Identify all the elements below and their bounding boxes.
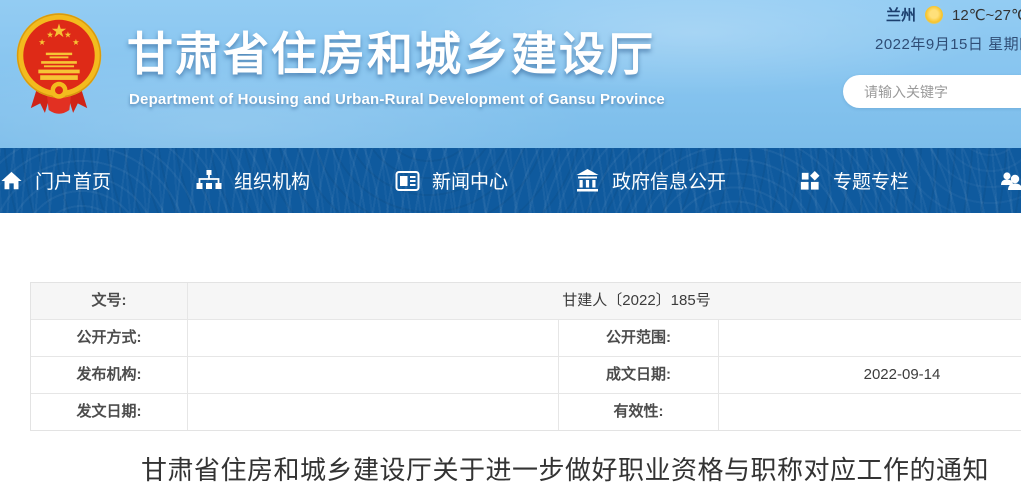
site-title-block: 甘肃省住房和城乡建设厅 Department of Housing and Ur… bbox=[127, 18, 665, 108]
page: { "header": { "site_title": "甘肃省住房和城乡建设厅… bbox=[0, 0, 1021, 492]
topics-grid-icon bbox=[798, 169, 821, 192]
open-scope-label: 公开范围: bbox=[559, 320, 719, 357]
nav-item-label: 组织机构 bbox=[234, 167, 310, 194]
doc-number-value: 甘建人〔2022〕185号 bbox=[188, 283, 1021, 320]
site-header: 甘肃省住房和城乡建设厅 Department of Housing and Ur… bbox=[0, 0, 1021, 148]
document-meta-table: 文号: 甘建人〔2022〕185号 公开方式: 公开范围: 发布机构: 成文日期… bbox=[30, 282, 1021, 431]
search-input[interactable] bbox=[862, 83, 1021, 101]
open-type-label: 公开方式: bbox=[31, 320, 188, 357]
nav-item-label: 新闻中心 bbox=[432, 167, 508, 194]
news-icon bbox=[395, 170, 420, 192]
current-date: 2022年9月15日 星期四 bbox=[875, 33, 1021, 54]
open-type-value bbox=[188, 320, 559, 357]
search-box[interactable] bbox=[843, 75, 1021, 108]
doc-number-label: 文号: bbox=[31, 283, 188, 320]
open-scope-value bbox=[719, 320, 1021, 357]
validity-value bbox=[719, 394, 1021, 430]
nav-item-label: 政府信息公开 bbox=[612, 167, 726, 194]
nav-item-interaction[interactable] bbox=[998, 148, 1021, 213]
nav-item-gov-info[interactable]: 政府信息公开 bbox=[575, 148, 726, 213]
main-nav: 门户首页 组织机构 新闻中心 政府信息公开 bbox=[0, 148, 1021, 213]
publish-date-label: 发文日期: bbox=[31, 394, 188, 430]
nav-item-topics[interactable]: 专题专栏 bbox=[798, 148, 909, 213]
org-chart-icon bbox=[196, 170, 222, 192]
gov-building-icon bbox=[575, 169, 600, 192]
publisher-value bbox=[188, 357, 559, 394]
weather-widget: 兰州 12℃~27℃ bbox=[886, 4, 1021, 25]
publisher-label: 发布机构: bbox=[31, 357, 188, 394]
validity-label: 有效性: bbox=[559, 394, 719, 430]
nav-item-home[interactable]: 门户首页 bbox=[0, 148, 111, 213]
nav-item-label: 专题专栏 bbox=[833, 167, 909, 194]
nav-item-label: 门户首页 bbox=[35, 167, 111, 194]
written-date-value: 2022-09-14 bbox=[719, 357, 1021, 394]
weather-temperature: 12℃~27℃ bbox=[952, 6, 1021, 24]
weather-city: 兰州 bbox=[886, 4, 916, 25]
national-emblem-icon bbox=[12, 6, 106, 120]
article-title: 甘肃省住房和城乡建设厅关于进一步做好职业资格与职称对应工作的通知 bbox=[0, 450, 1021, 487]
site-title: 甘肃省住房和城乡建设厅 bbox=[127, 18, 665, 84]
site-subtitle: Department of Housing and Urban-Rural De… bbox=[129, 91, 665, 108]
home-icon bbox=[0, 170, 23, 192]
sun-icon bbox=[925, 6, 943, 24]
people-icon bbox=[998, 169, 1021, 193]
nav-item-news[interactable]: 新闻中心 bbox=[395, 148, 508, 213]
written-date-label: 成文日期: bbox=[559, 357, 719, 394]
nav-item-organization[interactable]: 组织机构 bbox=[196, 148, 310, 213]
publish-date-value bbox=[188, 394, 559, 430]
